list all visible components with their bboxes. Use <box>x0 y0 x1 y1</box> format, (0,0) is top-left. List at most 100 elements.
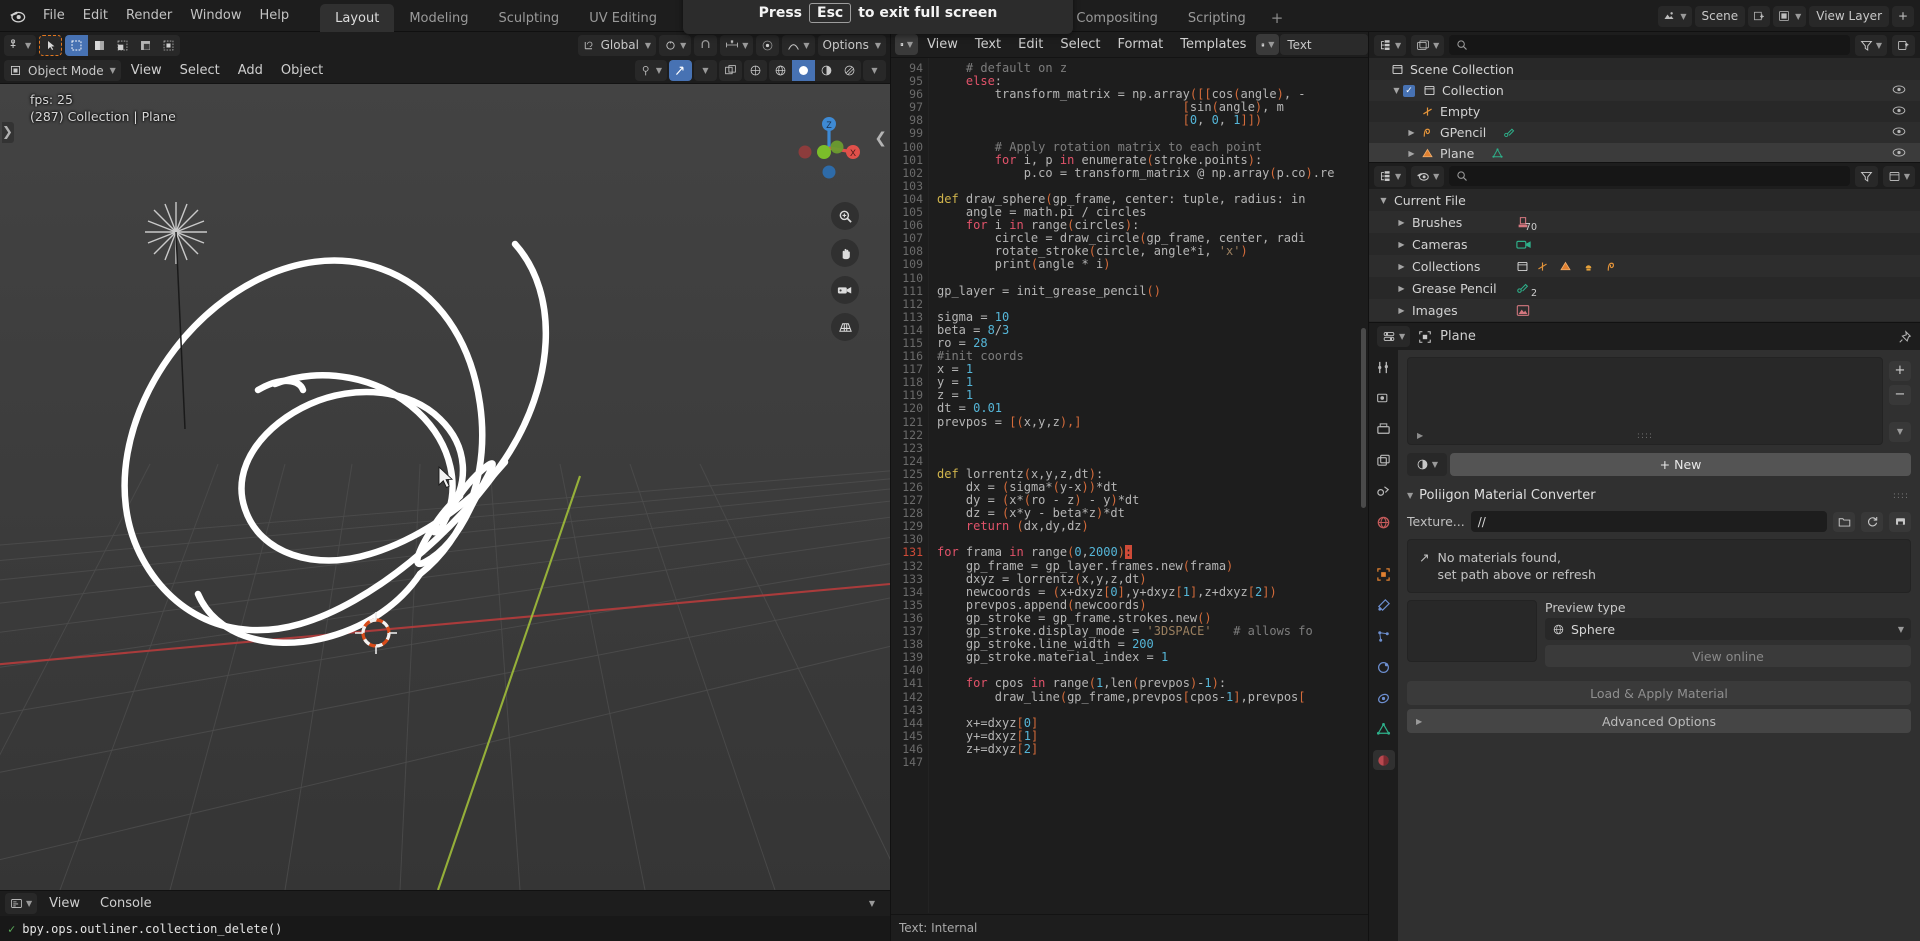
outliner-editor-type-icon[interactable]: ▼ <box>1374 34 1407 56</box>
select-difference-button[interactable] <box>134 35 157 56</box>
tab-particles[interactable] <box>1373 626 1395 646</box>
blender-file-row-cameras[interactable]: ▶ Cameras <box>1369 233 1920 255</box>
tab-object-data[interactable] <box>1373 719 1395 739</box>
expand-toggle-icon[interactable]: ▶ <box>1395 306 1408 315</box>
material-slot-list[interactable]: ▶ :::: <box>1407 357 1883 445</box>
outliner-filter-icon[interactable]: ▼ <box>1854 34 1887 56</box>
viewport-menu-select[interactable]: Select <box>172 60 228 81</box>
snap-magnet-button[interactable] <box>694 34 718 56</box>
select-set-button[interactable] <box>65 34 89 56</box>
info-collapse-chevron-icon[interactable]: ▼ <box>869 899 885 908</box>
text-datablock-name-field[interactable]: Text <box>1280 34 1369 55</box>
tab-world[interactable] <box>1373 512 1395 532</box>
outliner-search-input[interactable] <box>1449 35 1850 55</box>
workspace-tab-layout[interactable]: Layout <box>320 3 395 34</box>
add-workspace-button[interactable]: + <box>1261 4 1294 32</box>
blender-file-row-collections[interactable]: ▶ Collections <box>1369 255 1920 277</box>
view-layer-name-field[interactable]: View Layer <box>1809 5 1889 27</box>
save-icon[interactable] <box>1889 511 1911 532</box>
shading-rendered-button[interactable] <box>838 60 861 81</box>
visibility-dropdown[interactable]: ▼ <box>634 60 667 81</box>
workspace-tab-modeling[interactable]: Modeling <box>394 4 483 34</box>
expand-toggle-icon[interactable]: ▶ <box>1395 284 1408 293</box>
orthographic-toggle-icon[interactable] <box>831 313 859 341</box>
tab-material[interactable] <box>1372 750 1395 770</box>
pin-icon[interactable] <box>1898 329 1912 344</box>
outliner-row-plane[interactable]: ▶ Plane <box>1369 143 1920 162</box>
expand-toggle-icon[interactable]: ▶ <box>1395 218 1408 227</box>
shading-solid-button[interactable] <box>792 60 815 81</box>
view-online-button[interactable]: View online <box>1545 645 1911 667</box>
blender-file-collection-icon[interactable]: ▼ <box>1882 165 1915 187</box>
new-scene-icon[interactable] <box>1748 5 1771 27</box>
shading-wireframe-button[interactable] <box>769 60 792 81</box>
new-material-button[interactable]: + New <box>1450 453 1911 476</box>
info-menu-view[interactable]: View <box>41 893 88 914</box>
viewport-menu-view[interactable]: View <box>123 60 170 81</box>
text-menu-format[interactable]: Format <box>1109 34 1171 55</box>
active-tool-icon[interactable]: ▼ <box>4 34 37 56</box>
menu-edit[interactable]: Edit <box>74 4 117 27</box>
text-menu-edit[interactable]: Edit <box>1010 34 1051 55</box>
outliner-row-gpencil[interactable]: ▶ GPencil <box>1369 122 1920 143</box>
expand-toggle-icon[interactable]: ▶ <box>1395 240 1408 249</box>
text-menu-text[interactable]: Text <box>967 34 1009 55</box>
tab-output[interactable] <box>1373 419 1395 439</box>
outliner-row-empty[interactable]: Empty <box>1369 101 1920 122</box>
visibility-eye-icon[interactable] <box>1892 105 1906 119</box>
visibility-eye-icon[interactable] <box>1892 126 1906 140</box>
scene-browse-icon[interactable]: ▼ <box>1658 5 1692 27</box>
expand-toggle-icon[interactable]: ▶ <box>1405 128 1418 137</box>
text-editor-scrollbar[interactable] <box>1361 328 1366 508</box>
gpencil-data-icon[interactable] <box>1500 126 1519 139</box>
shading-material-button[interactable] <box>815 60 838 81</box>
text-editor-body[interactable]: 94 # default on z 95 else: 96 transform_ma… <box>891 58 1368 913</box>
sidebar-expand-arrow-icon[interactable]: ❮ <box>874 129 887 147</box>
snap-options-dropdown[interactable]: ▼ <box>720 34 754 56</box>
blender-file-filter-icon[interactable] <box>1854 165 1878 187</box>
open-folder-icon[interactable] <box>1833 511 1855 532</box>
workspace-tab-compositing[interactable]: Compositing <box>1061 4 1173 34</box>
view-layer-browse-icon[interactable]: ▼ <box>1773 5 1807 27</box>
visibility-eye-icon[interactable] <box>1892 84 1906 98</box>
blender-logo-icon[interactable] <box>0 6 34 25</box>
overlays-toggle-button[interactable] <box>719 60 742 81</box>
poliigon-panel-drag-icon[interactable]: :::: <box>1893 491 1909 501</box>
text-menu-view[interactable]: View <box>919 34 966 55</box>
workspace-tab-uv-editing[interactable]: UV Editing <box>574 4 672 34</box>
tab-scene[interactable] <box>1373 481 1395 501</box>
viewport-canvas[interactable]: fps: 25 (287) Collection | Plane ❯ ❮ Z X <box>0 84 890 890</box>
snap-pivot-dropdown[interactable]: ▼ <box>659 34 692 56</box>
interaction-mode-dropdown[interactable]: Object Mode ▼ <box>4 60 121 81</box>
outliner-row-scene-collection[interactable]: Scene Collection <box>1369 59 1920 80</box>
menu-help[interactable]: Help <box>251 4 299 27</box>
info-menu-console[interactable]: Console <box>92 893 160 914</box>
text-editor-type-icon[interactable]: ▼ <box>895 34 918 55</box>
refresh-icon[interactable] <box>1861 511 1883 532</box>
material-browse-dropdown[interactable]: ▼ <box>1407 453 1447 476</box>
advanced-options-button[interactable]: ▶ Advanced Options <box>1407 709 1911 733</box>
new-view-layer-icon[interactable] <box>1892 5 1914 27</box>
text-menu-templates[interactable]: Templates <box>1172 34 1254 55</box>
navigation-gizmo[interactable]: Z X <box>793 112 865 184</box>
viewport-menu-object[interactable]: Object <box>273 60 331 81</box>
tab-modifiers[interactable] <box>1373 595 1395 615</box>
material-list-grip-icon[interactable]: :::: <box>1637 431 1653 441</box>
workspace-tab-sculpting[interactable]: Sculpting <box>483 4 574 34</box>
tab-tool[interactable] <box>1373 357 1395 377</box>
mesh-data-icon[interactable] <box>1488 147 1507 160</box>
tab-physics[interactable] <box>1373 657 1395 677</box>
blender-file-search-input[interactable] <box>1449 166 1850 186</box>
blender-file-editor-type-icon[interactable]: ▼ <box>1374 165 1407 187</box>
blender-file-mode-icon[interactable]: ▼ <box>1411 165 1445 187</box>
add-material-slot-button[interactable]: + <box>1889 360 1911 381</box>
transform-orientation-dropdown[interactable]: Global ▼ <box>577 34 657 56</box>
new-collection-icon[interactable] <box>1892 34 1915 56</box>
zoom-icon[interactable] <box>831 202 859 230</box>
text-menu-select[interactable]: Select <box>1052 34 1108 55</box>
text-datablock-browse-icon[interactable]: ▼ <box>1256 34 1280 55</box>
outliner-display-mode-icon[interactable]: ▼ <box>1411 34 1445 56</box>
menu-render[interactable]: Render <box>117 4 181 27</box>
select-subtract-button[interactable] <box>111 35 134 56</box>
expand-toggle-icon[interactable]: ▶ <box>1405 149 1418 158</box>
